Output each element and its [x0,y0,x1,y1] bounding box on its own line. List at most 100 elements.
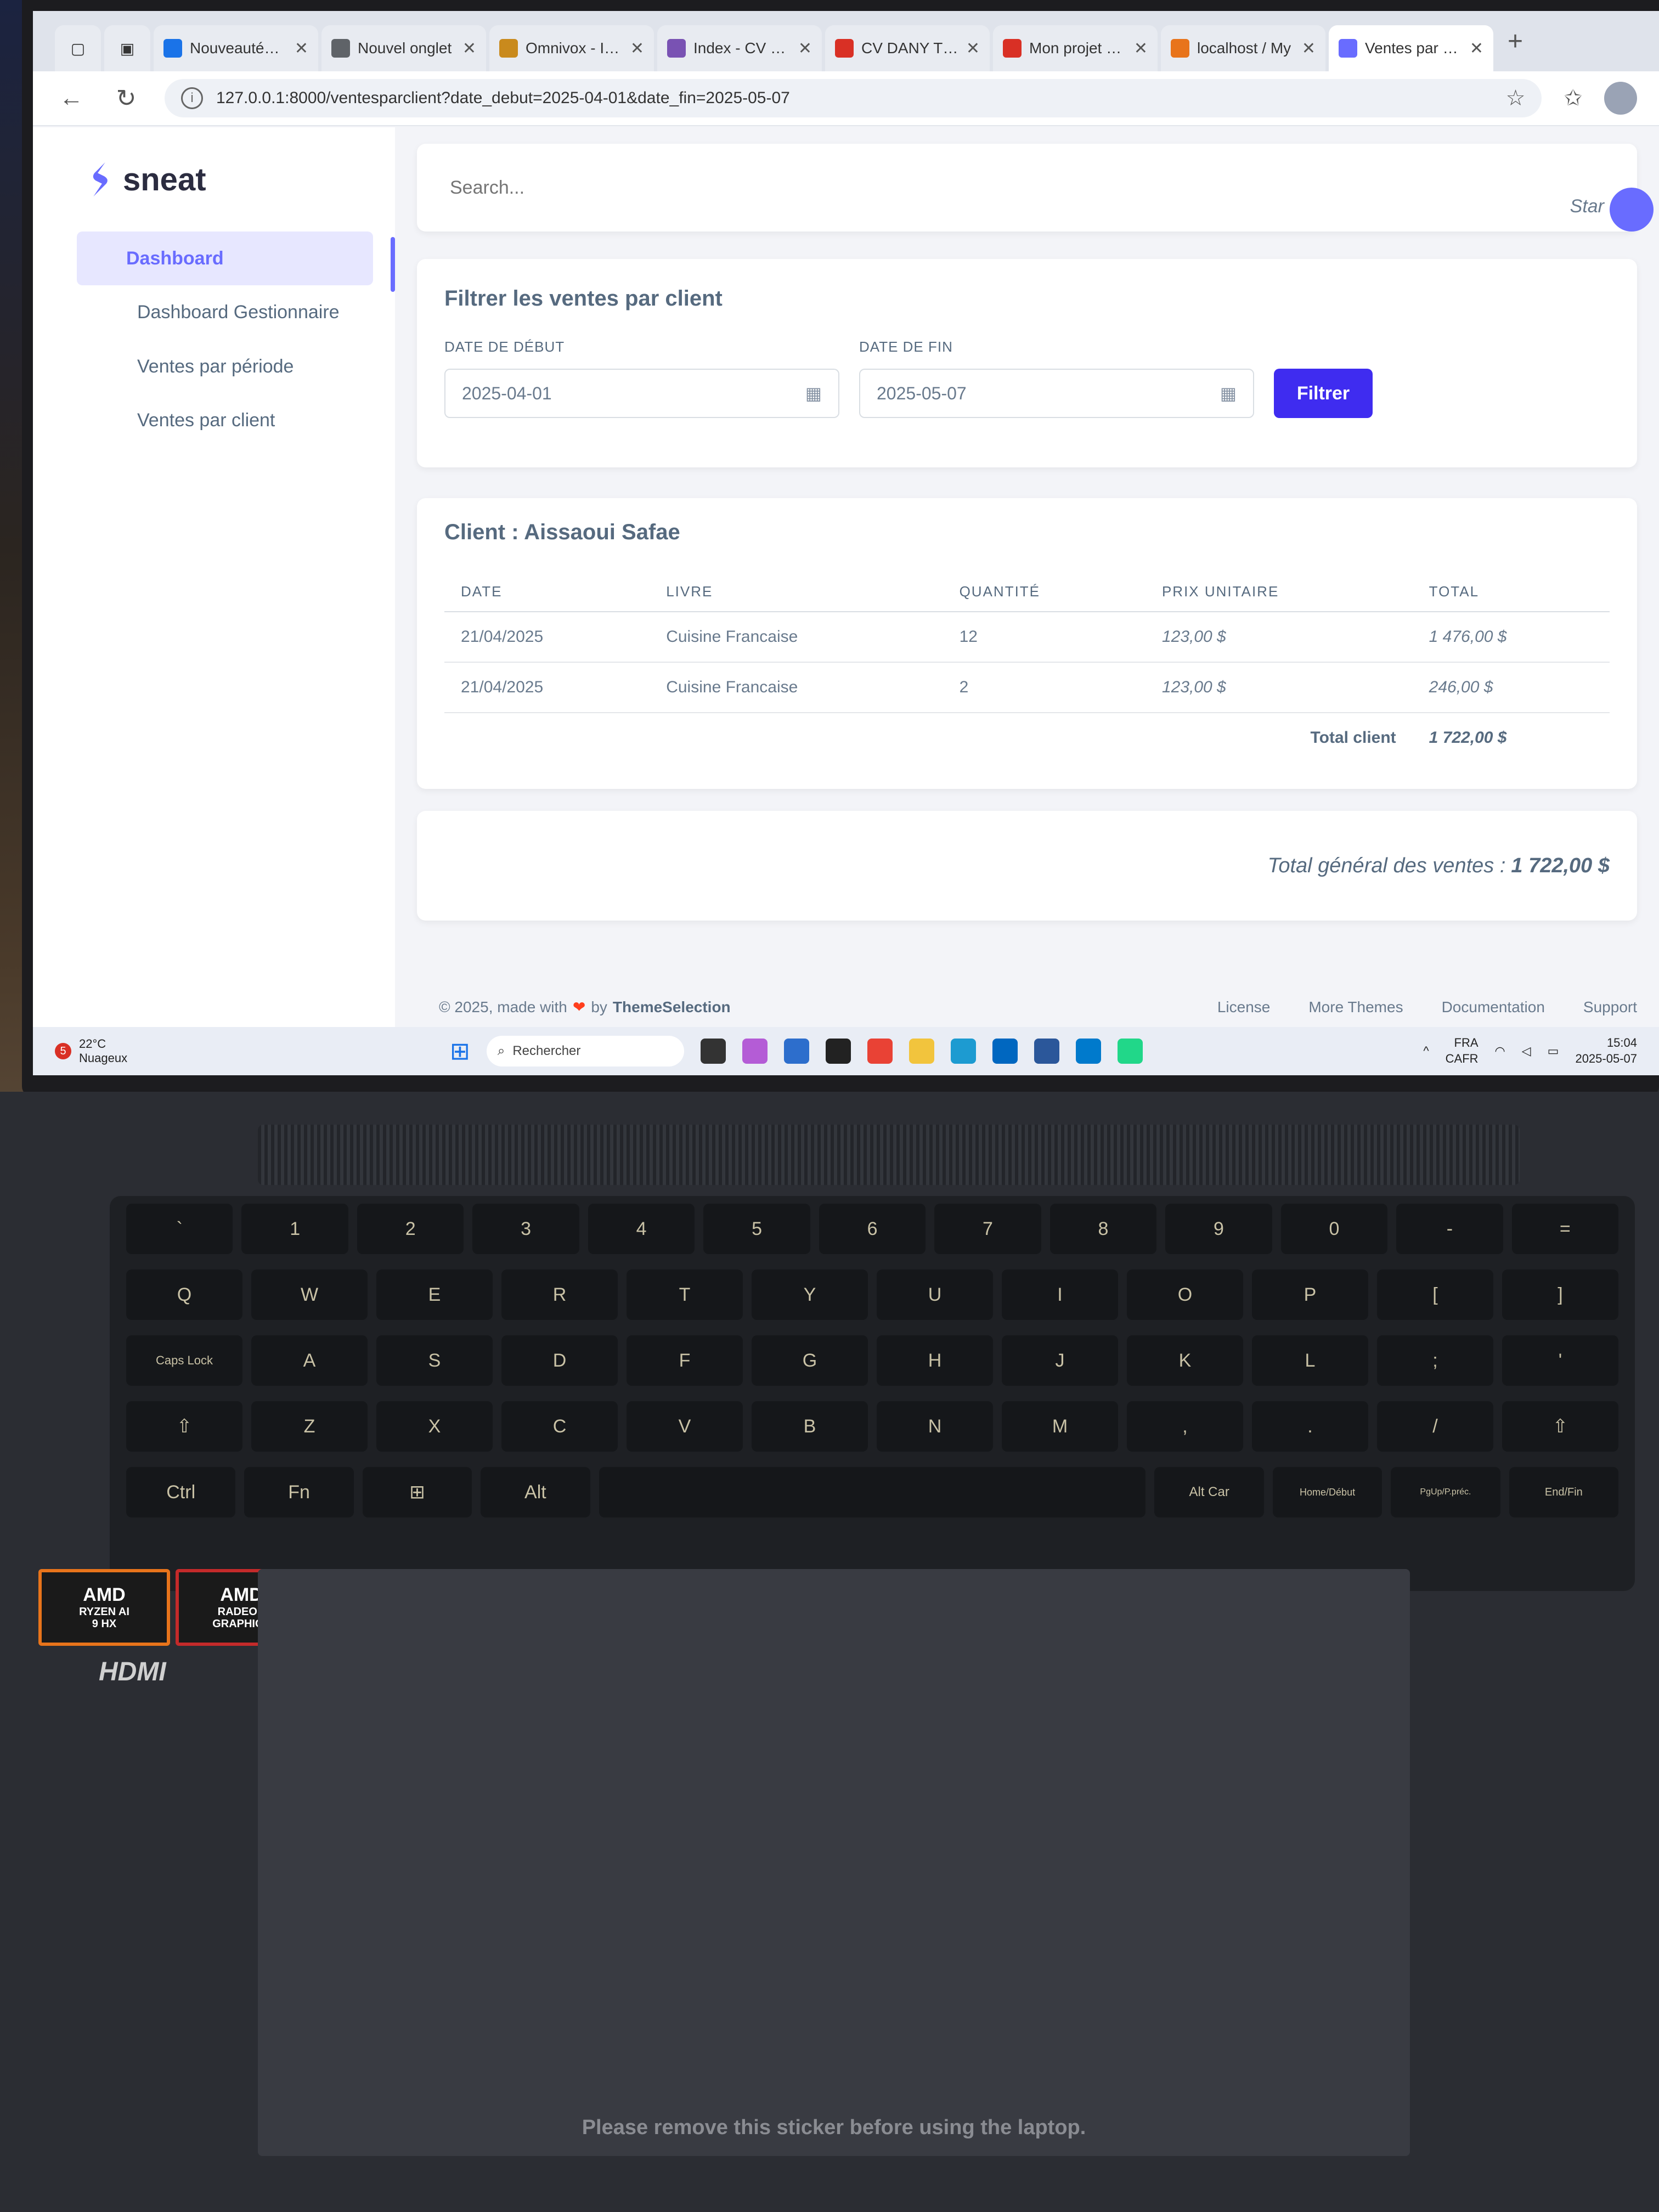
calendar-icon[interactable]: ▦ [805,383,822,404]
sidebar-item-ventes-par-periode[interactable]: Ventes par période [77,340,373,393]
windows-start-icon[interactable]: ⊞ [450,1037,470,1065]
key: V [627,1401,743,1452]
key: X [376,1401,493,1452]
chevron-up-icon[interactable]: ^ [1423,1044,1429,1058]
tab-favicon-icon [163,39,182,58]
notification-badge: 5 [55,1043,71,1059]
wifi-icon[interactable]: ◠ [1495,1044,1505,1058]
end-date-group: DATE DE FIN 2025-05-07 ▦ [859,338,1254,418]
close-icon[interactable]: ✕ [630,39,644,58]
key: 6 [819,1204,926,1254]
taskbar-search[interactable]: ⌕ Rechercher [486,1036,684,1066]
profile-avatar[interactable] [1604,82,1637,115]
search-input[interactable] [450,177,944,199]
close-icon[interactable]: ✕ [462,39,476,58]
key: End/Fin [1509,1467,1619,1517]
tab-title: Index - CV et P [693,40,791,57]
sidebar-item-dashboard-gestionnaire[interactable]: Dashboard Gestionnaire [77,285,373,339]
language-indicator[interactable]: FRA CAFR [1446,1035,1479,1066]
favorites-icon[interactable]: ✩ [1564,86,1582,111]
close-icon[interactable]: ✕ [1134,39,1148,58]
bookmark-star-icon[interactable]: ☆ [1506,86,1526,111]
brand[interactable]: sneat [33,127,395,199]
start-date-input[interactable]: 2025-04-01 ▦ [444,369,839,418]
key-row: Ctrl Fn ⊞ Alt Alt Car Home/Début PgUp/P.… [110,1459,1635,1525]
touchpad: Please remove this sticker before using … [258,1569,1410,2156]
close-icon[interactable]: ✕ [798,39,812,58]
close-icon[interactable]: ✕ [1302,39,1316,58]
cell-quantite: 2 [943,662,1146,713]
back-icon[interactable]: ← [55,84,88,112]
tab-title: CV DANY TREM [861,40,958,57]
tab-title: localhost / My [1197,40,1291,57]
key: 3 [472,1204,579,1254]
app-icon[interactable] [825,1039,851,1064]
tab-favicon-icon [835,39,854,58]
chrome-icon[interactable] [867,1039,893,1064]
browser-tab[interactable]: Nouveautés M ✕ [154,25,318,71]
tab-title: Nouveautés M [190,40,287,57]
client-title: Client : Aissaoui Safae [444,520,680,544]
copilot-icon[interactable] [742,1039,768,1064]
key: G [752,1335,868,1386]
url-text: 127.0.0.1:8000/ventesparclient?date_debu… [216,89,790,107]
github-star-link[interactable]: Star [1570,196,1604,217]
key: W [251,1269,368,1320]
word-icon[interactable] [1034,1039,1059,1064]
key: , [1127,1401,1243,1452]
close-icon[interactable]: ✕ [1470,39,1483,58]
tab-actions-button[interactable]: ▢ [55,25,101,71]
avatar[interactable] [1610,188,1654,232]
close-icon[interactable]: ✕ [966,39,980,58]
browser-tabstrip: ▢ ▣ Nouveautés M ✕ Nouvel onglet ✕ Omniv… [33,11,1659,71]
cell-total: 1 476,00 $ [1412,612,1610,663]
vscode-icon[interactable] [1075,1039,1101,1064]
sidebar: sneat Dashboard Dashboard Gestionnaire V… [33,127,395,1027]
key: 2 [357,1204,464,1254]
battery-icon[interactable]: ▭ [1548,1044,1559,1058]
footer-brand-link[interactable]: ThemeSelection [613,998,731,1016]
sales-table: DATE LIVRE QUANTITÉ PRIX UNITAIRE TOTAL … [444,572,1610,763]
site-info-icon[interactable]: i [181,87,203,109]
weather-temperature: 22°C [79,1037,106,1051]
cell-prix-unitaire: 123,00 $ [1145,662,1413,713]
footer-link-more-themes[interactable]: More Themes [1308,998,1403,1016]
filter-button[interactable]: Filtrer [1274,369,1373,418]
browser-tab[interactable]: Index - CV et P ✕ [657,25,822,71]
edge-icon[interactable] [950,1039,976,1064]
key: K [1127,1335,1243,1386]
tab-title: Ventes par clie [1365,40,1462,57]
footer-link-license[interactable]: License [1217,998,1271,1016]
filter-form: DATE DE DÉBUT 2025-04-01 ▦ DATE DE FIN 2… [444,338,1610,418]
taskbar-clock[interactable]: 15:04 2025-05-07 [1575,1035,1637,1066]
sidebar-item-dashboard[interactable]: Dashboard [77,232,373,286]
key: E [376,1269,493,1320]
footer-link-support[interactable]: Support [1583,998,1637,1016]
browser-tab[interactable]: localhost / My ✕ [1161,25,1325,71]
store-icon[interactable] [783,1039,809,1064]
browser-tab[interactable]: Nouvel onglet ✕ [321,25,486,71]
tab-sidebar-button[interactable]: ▣ [104,25,150,71]
calendar-icon[interactable]: ▦ [1220,383,1237,404]
task-view-icon[interactable] [700,1039,726,1064]
tab-favicon-icon [331,39,350,58]
sidebar-item-ventes-par-client[interactable]: Ventes par client [77,393,373,447]
app-icon[interactable] [992,1039,1018,1064]
browser-tab-active[interactable]: Ventes par clie ✕ [1329,25,1493,71]
column-header-prix-unitaire: PRIX UNITAIRE [1145,572,1413,612]
new-tab-button[interactable]: + [1508,26,1523,57]
weather-widget[interactable]: 5 22°C Nuageux [55,1037,340,1065]
address-bar[interactable]: i 127.0.0.1:8000/ventesparclient?date_de… [165,79,1542,117]
volume-icon[interactable]: ◁ [1522,1044,1531,1058]
reload-icon[interactable]: ↻ [110,84,143,112]
browser-tab[interactable]: CV DANY TREM ✕ [825,25,990,71]
file-explorer-icon[interactable] [909,1039,934,1064]
footer-link-documentation[interactable]: Documentation [1442,998,1545,1016]
end-date-input[interactable]: 2025-05-07 ▦ [859,369,1254,418]
key: M [1002,1401,1118,1452]
table-header-row: DATE LIVRE QUANTITÉ PRIX UNITAIRE TOTAL [444,572,1610,612]
browser-tab[interactable]: Mon projet sur ✕ [993,25,1158,71]
close-icon[interactable]: ✕ [295,39,308,58]
browser-tab[interactable]: Omnivox - Inst ✕ [489,25,654,71]
pycharm-icon[interactable] [1117,1039,1143,1064]
